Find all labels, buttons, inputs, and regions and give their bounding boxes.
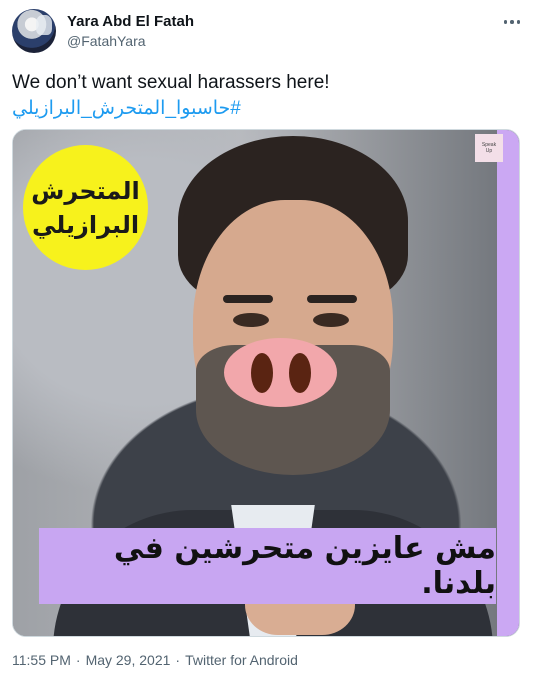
more-options-button[interactable] [500,12,524,32]
tweet-text: We don’t want sexual harassers here! [12,72,330,93]
pig-nose-sticker [224,338,337,407]
logo-text-2: Up [485,148,493,154]
right-eye [313,313,349,327]
tweet-card: Yara Abd El Fatah @FatahYara We don’t wa… [0,0,538,678]
tweet-time-link[interactable]: 11:55 PM [12,652,71,668]
caption-text: مش عايزين متحرشين في بلدنا. [113,531,496,601]
more-dot-icon [503,20,508,24]
corner-logo: Speak Up [475,134,503,162]
right-eyebrow [307,295,357,303]
yellow-label-badge: المتحرش البرازيلي [23,145,148,270]
more-dot-icon [510,20,514,24]
author-display-name[interactable]: Yara Abd El Fatah [67,13,194,30]
separator: · [75,652,81,668]
more-dot-icon [516,20,521,24]
hashtag-link[interactable]: #حاسبوا_المتحرش_البرازيلي [12,96,241,122]
left-eyebrow [223,295,273,303]
author-handle[interactable]: @FatahYara [67,33,146,49]
tweet-source-link[interactable]: Twitter for Android [185,652,298,668]
caption-banner: مش عايزين متحرشين في بلدنا. [39,528,496,604]
tweet-date-link[interactable]: May 29, 2021 [86,652,171,668]
nostril [288,352,311,393]
badge-line-1: المتحرش [31,176,140,205]
tweet-metadata: 11:55 PM · May 29, 2021 · Twitter for An… [12,652,298,668]
avatar-highlight [36,15,52,35]
badge-line-2: البرازيلي [31,210,140,239]
separator: · [175,652,181,668]
nostril [250,352,273,393]
left-eye [233,313,269,327]
avatar[interactable] [12,9,56,53]
tweet-image[interactable]: المتحرش البرازيلي Speak Up مش عايزين متح… [12,129,520,637]
purple-border-strip [497,130,519,636]
